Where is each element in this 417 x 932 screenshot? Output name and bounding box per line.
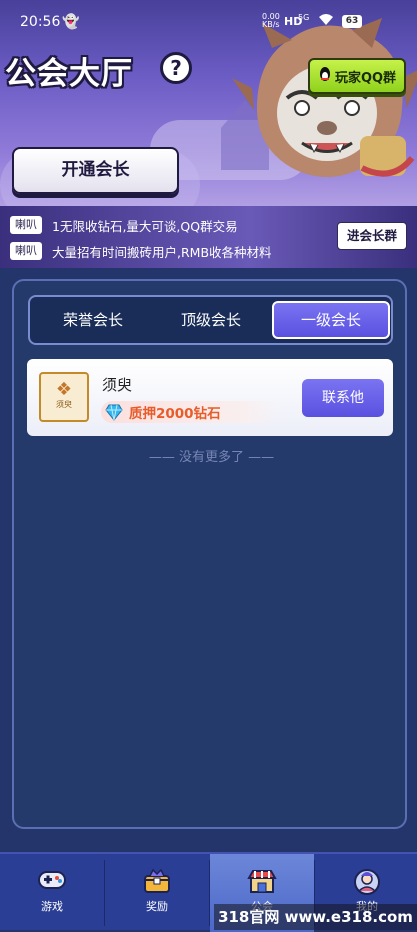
leader-tabs: 荣誉会长 顶级会长 一级会长 [28, 295, 393, 345]
network-speed-unit: KB/s [262, 20, 280, 29]
nav-item-game[interactable]: 游戏 [0, 854, 104, 932]
status-time: 20:56 [20, 14, 61, 30]
site-watermark: 318官网 www.e318.com [214, 904, 417, 930]
deposit-text: 质押2000钻石 [129, 406, 221, 422]
tab-top-leader[interactable]: 顶级会长 [152, 301, 270, 339]
list-end-text: —— 没有更多了 —— [148, 450, 275, 465]
network-speed: 0.00 KB/s [262, 13, 280, 29]
notice-item: 喇叭 1无限收钻石,量大可谈,QQ群交易 [10, 214, 238, 236]
nav-item-reward[interactable]: 奖励 [105, 854, 209, 932]
lion-mascot-illustration [232, 18, 417, 177]
page-title: 公会大厅 [5, 56, 133, 92]
qq-penguin-icon [318, 66, 332, 86]
leader-card: ❖ 须臾 须臾 质押2000钻石 联系他 [27, 359, 393, 436]
status-bar: 20:56 👻 0.00 KB/s HD 5G 63 [0, 12, 417, 34]
wifi-icon [318, 12, 334, 30]
nav-label: 奖励 [146, 900, 168, 913]
reward-chest-icon [142, 868, 172, 894]
speaker-tag: 喇叭 [10, 216, 42, 234]
notice-text: 大量招有时间搬砖用户,RMB收各种材料 [52, 244, 272, 260]
notice-text: 1无限收钻石,量大可谈,QQ群交易 [52, 218, 238, 234]
qq-button-label: 玩家QQ群 [334, 70, 397, 86]
contact-button[interactable]: 联系他 [302, 379, 384, 417]
notice-item: 喇叭 大量招有时间搬砖用户,RMB收各种材料 [10, 240, 272, 262]
leader-list-panel: 荣誉会长 顶级会长 一级会长 ❖ 须臾 须臾 质押2000钻石 联系他 —— 没… [12, 279, 407, 829]
battery-icon: 63 [342, 15, 362, 28]
nav-label: 游戏 [41, 900, 63, 913]
seal-icon: ❖ [55, 379, 73, 400]
gamepad-icon [37, 868, 67, 894]
leader-logo: ❖ 须臾 [39, 372, 89, 422]
guild-shop-icon [247, 868, 277, 894]
speaker-tag: 喇叭 [10, 242, 42, 260]
hero-banner: 20:56 👻 0.00 KB/s HD 5G 63 公会大厅 ? 玩家QQ群 … [0, 0, 417, 215]
join-leader-group-button[interactable]: 进会长群 [337, 222, 407, 250]
deposit-badge: 质押2000钻石 [101, 401, 279, 423]
open-leader-button[interactable]: 开通会长 [12, 147, 179, 194]
tab-honor-leader[interactable]: 荣誉会长 [34, 301, 152, 339]
tab-first-level-leader[interactable]: 一级会长 [272, 301, 390, 339]
player-qq-group-button[interactable]: 玩家QQ群 [308, 58, 406, 94]
leader-logo-text: 须臾 [56, 400, 72, 409]
leader-name: 须臾 [102, 376, 133, 394]
signal-5g-icon: 5G [298, 13, 310, 22]
help-icon[interactable]: ? [160, 52, 192, 84]
profile-avatar-icon [352, 868, 382, 895]
diamond-icon [105, 403, 123, 421]
ghost-icon: 👻 [62, 14, 80, 30]
